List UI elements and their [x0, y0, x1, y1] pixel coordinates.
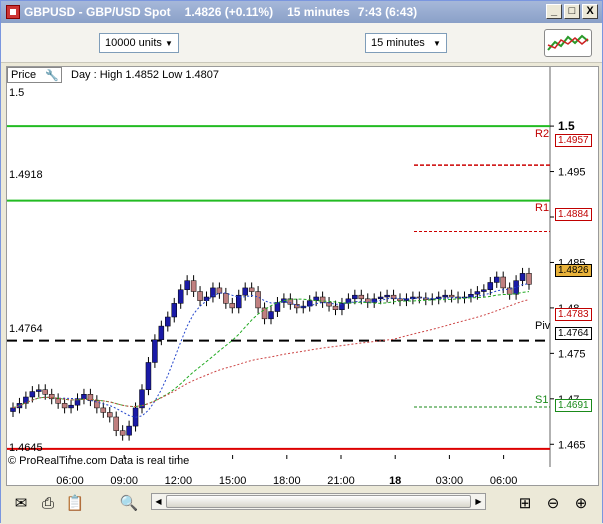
candle-body: [165, 316, 171, 327]
r2-value: 1.4957: [555, 134, 592, 147]
candle-body: [481, 289, 487, 292]
candle-body: [268, 311, 274, 320]
price-tab[interactable]: Price 🔧: [7, 67, 62, 83]
candle-body: [81, 394, 87, 400]
candle-body: [442, 294, 448, 298]
candle-body: [223, 293, 229, 304]
x-tick-label: 21:00: [327, 475, 355, 487]
x-tick-label: 03:00: [436, 475, 464, 487]
wrench-icon[interactable]: 🔧: [45, 69, 59, 82]
prev-price-value: 1.4783: [555, 308, 592, 321]
candle-body: [352, 294, 358, 300]
scroll-right-icon[interactable]: ▶: [472, 495, 485, 508]
x-tick-label: 15:00: [219, 475, 247, 487]
candle-body: [500, 276, 506, 289]
r2-label: R2: [535, 128, 550, 140]
candle-body: [397, 298, 403, 301]
candle-body: [494, 276, 500, 283]
x-tick-label: 12:00: [165, 475, 193, 487]
candle-body: [145, 362, 152, 390]
candle-body: [248, 287, 255, 292]
candle-body: [119, 430, 126, 436]
day-range: Day : High 1.4852 Low 1.4807: [71, 69, 219, 81]
candle-body: [113, 416, 119, 431]
candle-body: [448, 294, 455, 298]
candle-body: [36, 389, 42, 392]
candle-body: [177, 289, 184, 304]
level-label-pivot: 1.4764: [9, 323, 43, 335]
s1-value: 1.4691: [555, 399, 592, 412]
candle-body: [474, 291, 481, 295]
candle-body: [29, 391, 36, 398]
print-icon[interactable]: ⎙: [37, 494, 59, 512]
y-tick-label: 1.475: [558, 348, 586, 360]
candle-body: [55, 398, 61, 404]
candle-body: [190, 280, 197, 292]
piv-label: Piv: [535, 320, 551, 332]
candle-body: [197, 291, 203, 301]
zoom-fit-icon[interactable]: ⊞: [514, 494, 536, 512]
mail-icon[interactable]: ✉: [10, 494, 32, 512]
candle-body: [203, 296, 210, 301]
candle-body: [126, 425, 132, 436]
zoom-out-icon[interactable]: ⊖: [542, 494, 564, 512]
candle-body: [261, 307, 268, 320]
x-tick-label: 09:00: [110, 475, 138, 487]
data-credit: © ProRealTime.com Data is real time: [8, 455, 190, 467]
scroll-thumb[interactable]: [166, 495, 471, 508]
clipboard-icon[interactable]: 📋: [64, 494, 86, 512]
x-tick-label: 06:00: [490, 475, 518, 487]
y-tick-label: 1.495: [558, 167, 586, 179]
piv-value: 1.4764: [555, 327, 592, 340]
candle-body: [42, 389, 48, 395]
x-tick-label: 18:00: [273, 475, 301, 487]
candle-body: [10, 407, 16, 412]
time-scrollbar[interactable]: ◀ ▶: [151, 493, 486, 510]
candle-body: [152, 339, 158, 363]
scroll-left-icon[interactable]: ◀: [152, 495, 165, 508]
candle-body: [171, 303, 177, 318]
x-tick-label: 06:00: [56, 475, 84, 487]
candle-body: [100, 407, 107, 413]
candle-body: [384, 294, 390, 298]
y-tick-label: 1.465: [558, 439, 586, 451]
y-tick-label: 1.5: [558, 119, 575, 133]
candle-body: [68, 404, 74, 409]
candle-body: [229, 303, 236, 309]
candle-body: [332, 305, 339, 310]
magnifier-icon[interactable]: 🔍: [118, 494, 140, 512]
candle-body: [487, 282, 494, 290]
candle-body: [358, 294, 365, 300]
candle-body: [519, 273, 526, 281]
r1-value: 1.4884: [555, 208, 592, 221]
r1-label: R1: [535, 202, 550, 214]
last-price-value: 1.4826: [555, 264, 592, 277]
x-tick-label: 18: [389, 475, 401, 487]
price-tab-label: Price: [11, 69, 37, 81]
candle-body: [107, 412, 113, 418]
zoom-in-icon[interactable]: ⊕: [570, 494, 592, 512]
level-label-top: 1.5: [9, 87, 25, 99]
candle-body: [377, 296, 384, 300]
chart-window: GBPUSD - GBP/USD Spot 1.4826 (+0.11%) 15…: [0, 0, 603, 523]
candle-body: [184, 280, 190, 290]
candle-body: [158, 325, 165, 340]
s1-label: S1: [535, 394, 549, 406]
candle-body: [242, 287, 248, 296]
candle-body: [255, 291, 261, 309]
candle-body: [526, 273, 532, 285]
candle-body: [306, 300, 313, 307]
level-label-upper: 1.4918: [9, 169, 43, 181]
candle-body: [61, 403, 68, 409]
level-label-low: 1.4645: [9, 442, 43, 454]
